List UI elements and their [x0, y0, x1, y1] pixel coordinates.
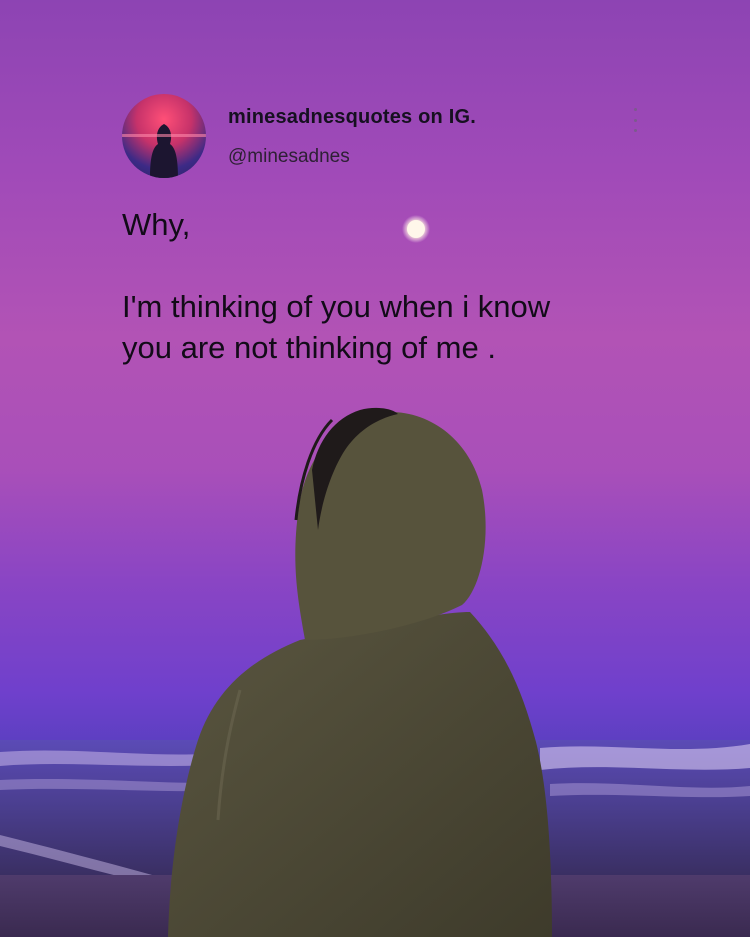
avatar-silhouette: [122, 124, 206, 178]
quote-line-2: I'm thinking of you when i know: [122, 289, 551, 324]
post-card: minesadnesquotes on IG. @minesadnes Why,…: [0, 0, 750, 937]
more-vertical-icon[interactable]: [630, 108, 640, 132]
quote-line-1: Why,: [122, 207, 191, 242]
quote-text: Why, I'm thinking of you when i know you…: [122, 204, 642, 368]
avatar[interactable]: [122, 94, 206, 178]
hooded-figure: [168, 407, 552, 937]
user-handle[interactable]: @minesadnes: [228, 146, 350, 168]
display-name[interactable]: minesadnesquotes on IG.: [228, 106, 476, 129]
quote-line-3: you are not thinking of me .: [122, 330, 496, 365]
post-header: minesadnesquotes on IG. @minesadnes: [122, 94, 642, 184]
